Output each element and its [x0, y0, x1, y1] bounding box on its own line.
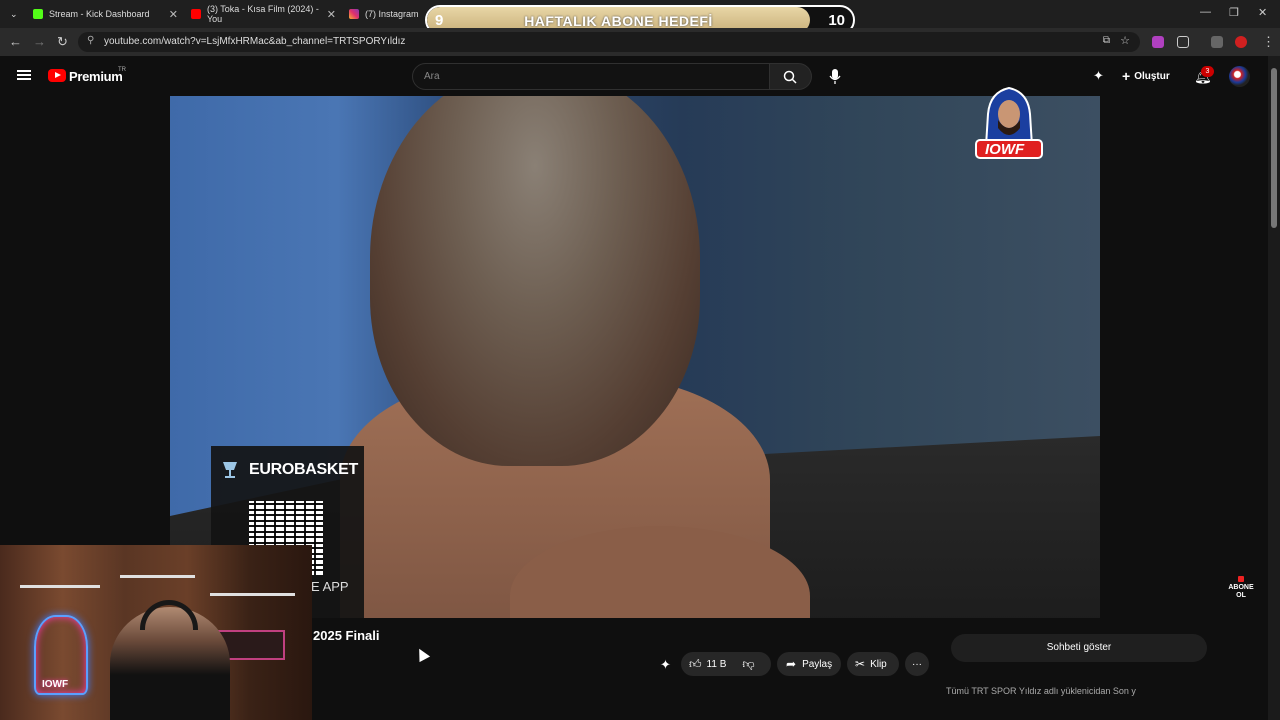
show-chat-button[interactable]: Sohbeti göster	[951, 634, 1207, 662]
restore-icon[interactable]: ❐	[1229, 6, 1239, 19]
more-icon: ···	[912, 658, 922, 670]
headphone-icon	[140, 600, 198, 630]
puzzle-icon[interactable]	[1177, 36, 1189, 48]
abone-label: ABONE OL	[1228, 584, 1254, 599]
show-chat-label: Sohbeti göster	[1046, 642, 1112, 653]
address-bar-row: ← → ↻ ⚲ youtube.com/watch?v=LsjMfxHRMac&…	[0, 28, 1280, 56]
premium-label[interactable]: Premium	[69, 69, 123, 84]
like-icon[interactable]: 👍︎	[689, 657, 702, 672]
cast-icon[interactable]: ✦	[1093, 68, 1104, 84]
shelf	[120, 575, 195, 578]
instagram-icon	[349, 9, 359, 19]
youtube-logo-icon[interactable]	[48, 69, 66, 82]
shelf	[210, 593, 295, 596]
subscribe-overlay: ABONE OL	[1224, 576, 1258, 600]
chat-filter-strip[interactable]: Tümü TRT SPOR Yıldız adlı yüklenicidan S…	[946, 686, 1136, 696]
tab-instagram-label: (7) Instagram	[365, 9, 419, 19]
like-dislike-group: 👍︎ 11 B 👎︎	[681, 652, 771, 676]
webcam-overlay: IOWF	[0, 545, 312, 720]
scrollbar-thumb[interactable]	[1271, 68, 1277, 228]
close-icon[interactable]: ✕	[327, 8, 336, 21]
site-info-icon[interactable]: ⚲	[87, 35, 94, 46]
video-player[interactable]: EUROBASKET E APP	[170, 96, 1100, 618]
create-label: Oluştur	[1134, 70, 1170, 82]
tab-youtube[interactable]: (3) Toka - Kısa Film (2024) - You ✕	[191, 4, 336, 24]
share-icon: ➦	[786, 657, 797, 671]
neon-sign-text: IOWF	[42, 679, 69, 690]
player-head	[370, 96, 700, 466]
youtube-mini-icon	[1238, 576, 1244, 582]
goal-label: HAFTALIK ABONE HEDEFİ	[524, 13, 713, 29]
create-button[interactable]: + Oluştur	[1122, 66, 1170, 86]
url-field[interactable]: ⚲ youtube.com/watch?v=LsjMfxHRMac&ab_cha…	[78, 32, 1140, 52]
share-label: Paylaş	[802, 658, 833, 670]
tab-kick-label: Stream - Kick Dashboard	[49, 9, 150, 19]
tab-instagram[interactable]: (7) Instagram	[349, 4, 429, 24]
tab-kick[interactable]: Stream - Kick Dashboard ✕	[33, 4, 178, 24]
page-scrollbar[interactable]	[1268, 56, 1280, 720]
mouse-cursor-icon	[413, 645, 431, 663]
eurobasket-logo: EUROBASKET	[249, 461, 359, 478]
kick-icon	[33, 9, 43, 19]
search-icon	[783, 70, 797, 84]
search-placeholder: Ara	[424, 71, 440, 82]
search-button[interactable]	[770, 63, 812, 90]
iowf-badge-text: IOWF	[985, 141, 1025, 158]
menu-dots-icon[interactable]: ⋮	[1262, 34, 1275, 50]
goal-target: 10	[828, 12, 845, 29]
eurobasket-app-text: E APP	[311, 579, 349, 594]
clip-button[interactable]: ✂ Klip	[847, 652, 899, 676]
shelf	[20, 585, 100, 588]
back-icon[interactable]: ←	[9, 34, 22, 49]
close-icon[interactable]: ✕	[169, 8, 178, 21]
more-button[interactable]: ···	[905, 652, 929, 676]
dislike-icon[interactable]: 👎︎	[742, 657, 754, 672]
reload-icon[interactable]: ↻	[57, 34, 68, 50]
forward-icon[interactable]: →	[33, 34, 46, 49]
url-text: youtube.com/watch?v=LsjMfxHRMac&ab_chann…	[104, 36, 406, 47]
sparkle-icon[interactable]: ✦	[660, 657, 671, 673]
region-label: TR	[118, 67, 126, 73]
notification-count: 3	[1201, 66, 1214, 77]
scissors-icon: ✂	[855, 657, 866, 671]
bookmark-star-icon[interactable]: ☆	[1120, 34, 1130, 47]
profile-icon[interactable]	[1235, 36, 1247, 48]
share-button[interactable]: ➦ Paylaş	[777, 652, 841, 676]
clip-label: Klip	[870, 658, 887, 670]
search-input[interactable]: Ara	[412, 63, 770, 90]
tab-youtube-label: (3) Toka - Kısa Film (2024) - You	[206, 4, 319, 24]
extension-icon[interactable]	[1152, 36, 1164, 48]
tab-list-icon[interactable]: ⌄	[10, 4, 24, 24]
close-window-icon[interactable]: ✕	[1258, 6, 1267, 19]
trophy-icon	[223, 462, 237, 478]
video-title: 2025 Finali	[313, 628, 380, 643]
menu-icon[interactable]	[17, 70, 31, 80]
plus-icon: +	[1122, 68, 1131, 84]
like-count[interactable]: 11 B	[707, 659, 727, 670]
mic-icon[interactable]	[828, 69, 842, 85]
media-icon[interactable]	[1211, 36, 1223, 48]
minimize-icon[interactable]: —	[1200, 6, 1211, 18]
avatar[interactable]	[1229, 66, 1250, 87]
youtube-header: Premium TR Ara ✦ + Oluştur 🔔︎ 3	[0, 56, 1268, 96]
youtube-icon	[191, 9, 201, 19]
install-icon[interactable]: ⧉	[1103, 35, 1110, 46]
